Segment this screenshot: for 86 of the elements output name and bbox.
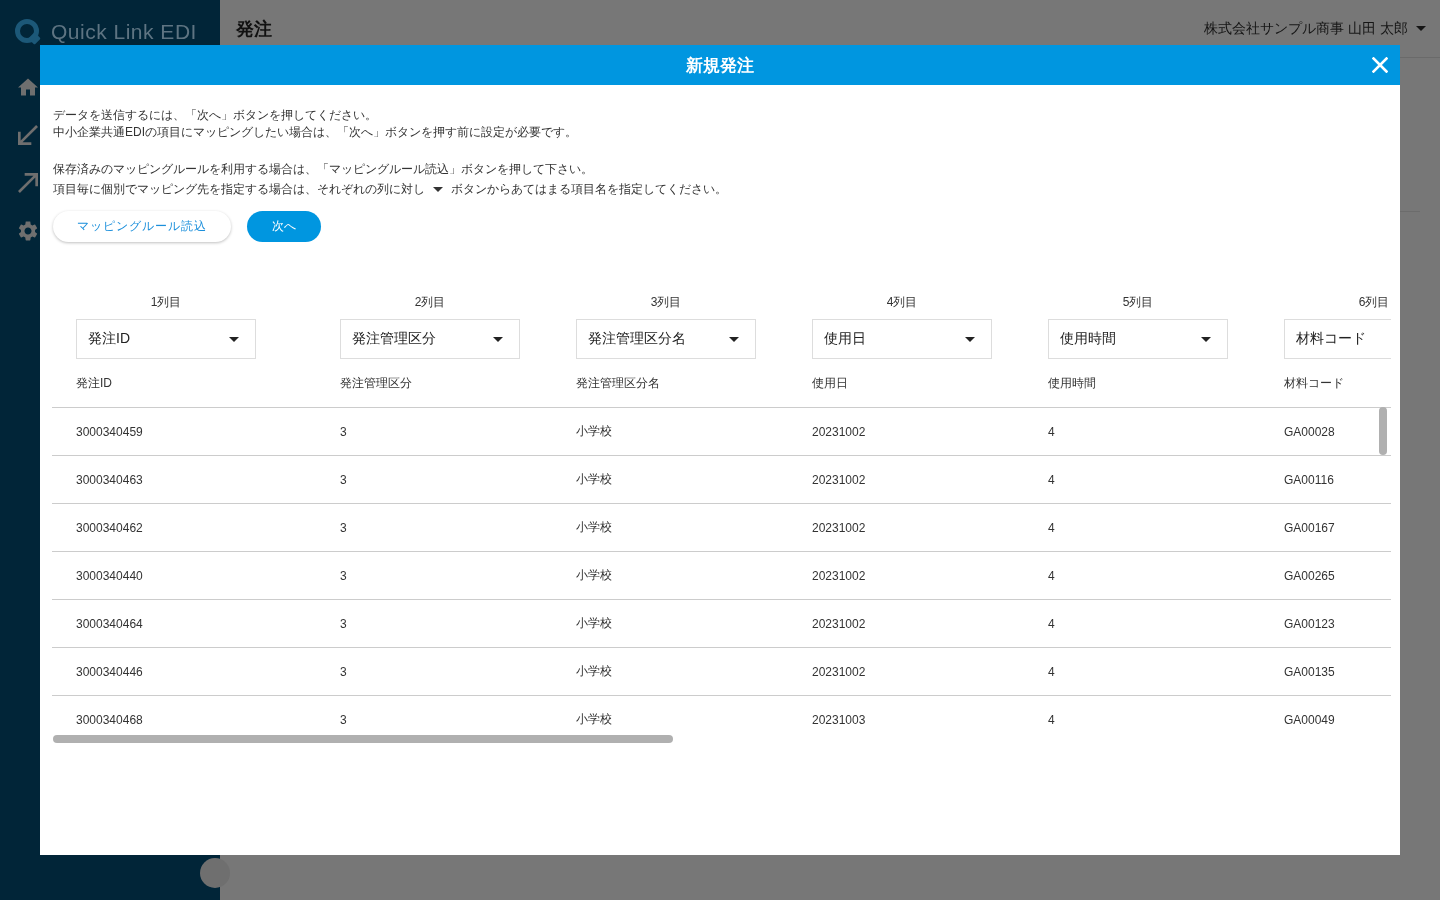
column-position-label: 2列目 (414, 294, 446, 310)
table-cell: 20231002 (812, 472, 866, 487)
table-cell: GA00167 (1284, 520, 1335, 535)
field-dropdown[interactable]: 材料コード (1284, 319, 1391, 359)
table-cell: 小学校 (576, 567, 612, 584)
caret-icon (229, 336, 239, 342)
table-cell: 4 (1048, 568, 1055, 583)
column-position-label: 1列目 (150, 294, 182, 310)
table-cell: 3000340459 (76, 424, 143, 439)
dialog-title: 新規発注 (686, 54, 754, 77)
logo-icon (15, 19, 41, 45)
table-cell: GA00116 (1284, 472, 1334, 487)
sidebar-toggle-icon[interactable] (200, 858, 230, 888)
instruction-text: 中小企業共通EDIの項目にマッピングしたい場合は、「次へ」ボタンを押す前に設定が必要です。 (53, 124, 577, 141)
column-header: 発注ID (76, 375, 112, 391)
settings-icon[interactable] (18, 221, 38, 241)
table-cell: 4 (1048, 520, 1055, 535)
arrow-up-right-icon[interactable] (18, 173, 38, 193)
arrow-down-left-icon[interactable] (18, 125, 38, 145)
table-cell: 3000340463 (76, 472, 143, 487)
horizontal-scrollbar[interactable] (53, 735, 673, 743)
table-cell: 4 (1048, 424, 1055, 439)
caret-icon (965, 336, 975, 342)
caret-icon (1201, 336, 1211, 342)
column-header: 発注管理区分 (340, 375, 412, 391)
column-position-label: 5列目 (1122, 294, 1154, 310)
load-rules-button[interactable]: マッピングルール読込 (53, 211, 231, 242)
table-cell: GA00049 (1284, 712, 1335, 727)
vertical-scrollbar[interactable] (1379, 407, 1387, 455)
table-cell: 小学校 (576, 663, 612, 680)
table-cell: 20231002 (812, 616, 866, 631)
column-header: 使用時間 (1048, 375, 1096, 391)
table-cell: 20231002 (812, 424, 866, 439)
table-cell: 20231002 (812, 664, 866, 679)
table-cell: 20231002 (812, 520, 866, 535)
caret-icon (433, 186, 443, 192)
field-dropdown[interactable]: 発注ID (76, 319, 256, 359)
caret-icon (493, 336, 503, 342)
user-menu-button[interactable]: 株式会社サンプル商事 山田 太郎 (1204, 19, 1426, 38)
table-cell: 小学校 (576, 615, 612, 632)
instruction-text: 保存済みのマッピングルールを利用する場合は、「マッピングルール読込」ボタンを押して下さい。 (53, 161, 593, 178)
column-header: 材料コード (1284, 375, 1344, 391)
caret-icon (729, 336, 739, 342)
table-cell: 小学校 (576, 423, 612, 440)
table-cell: 小学校 (576, 471, 612, 488)
table-cell: 3 (340, 568, 347, 583)
table-cell: 4 (1048, 664, 1055, 679)
column-position-label: 4列目 (886, 294, 918, 310)
column-position-label: 3列目 (650, 294, 682, 310)
table-cell: GA00265 (1284, 568, 1335, 583)
close-button[interactable] (1372, 57, 1388, 73)
instruction-text: ボタンからあてはまる項目名を指定してください。 (451, 181, 727, 198)
table-cell: 3 (340, 520, 347, 535)
instruction-text: データを送信するには、「次へ」ボタンを押してください。 (53, 107, 377, 124)
table-cell: 3000340468 (76, 712, 143, 727)
table-cell: 3000340440 (76, 568, 143, 583)
table-cell: 4 (1048, 712, 1055, 727)
table-cell: 20231002 (812, 568, 866, 583)
table-cell: 3000340464 (76, 616, 143, 631)
table-cell: 20231003 (812, 712, 866, 727)
table-cell: 4 (1048, 472, 1055, 487)
table-cell: 小学校 (576, 519, 612, 536)
page-title: 発注 (236, 17, 272, 41)
caret-icon (1416, 26, 1426, 31)
table-cell: 3 (340, 664, 347, 679)
logo-text: Quick Link EDI (51, 20, 197, 44)
table-cell: 3000340462 (76, 520, 143, 535)
column-header: 使用日 (812, 375, 848, 391)
field-dropdown[interactable]: 使用時間 (1048, 319, 1228, 359)
table-cell: GA00135 (1284, 664, 1335, 679)
table-cell: 3 (340, 616, 347, 631)
table-cell: GA00028 (1284, 424, 1335, 439)
table-cell: 4 (1048, 616, 1055, 631)
column-header: 発注管理区分名 (576, 375, 660, 391)
table-cell: 3 (340, 712, 347, 727)
field-dropdown[interactable]: 発注管理区分名 (576, 319, 756, 359)
instruction-text: 項目毎に個別でマッピング先を指定する場合は、それぞれの列に対し (53, 181, 425, 198)
home-icon[interactable] (18, 77, 38, 97)
table-cell: 小学校 (576, 711, 612, 728)
table-cell: GA00123 (1284, 616, 1335, 631)
column-position-label: 6列目 (1358, 294, 1390, 310)
table-cell: 3 (340, 472, 347, 487)
table-cell: 3000340446 (76, 664, 143, 679)
field-dropdown[interactable]: 使用日 (812, 319, 992, 359)
table-cell: 3 (340, 424, 347, 439)
field-dropdown[interactable]: 発注管理区分 (340, 319, 520, 359)
